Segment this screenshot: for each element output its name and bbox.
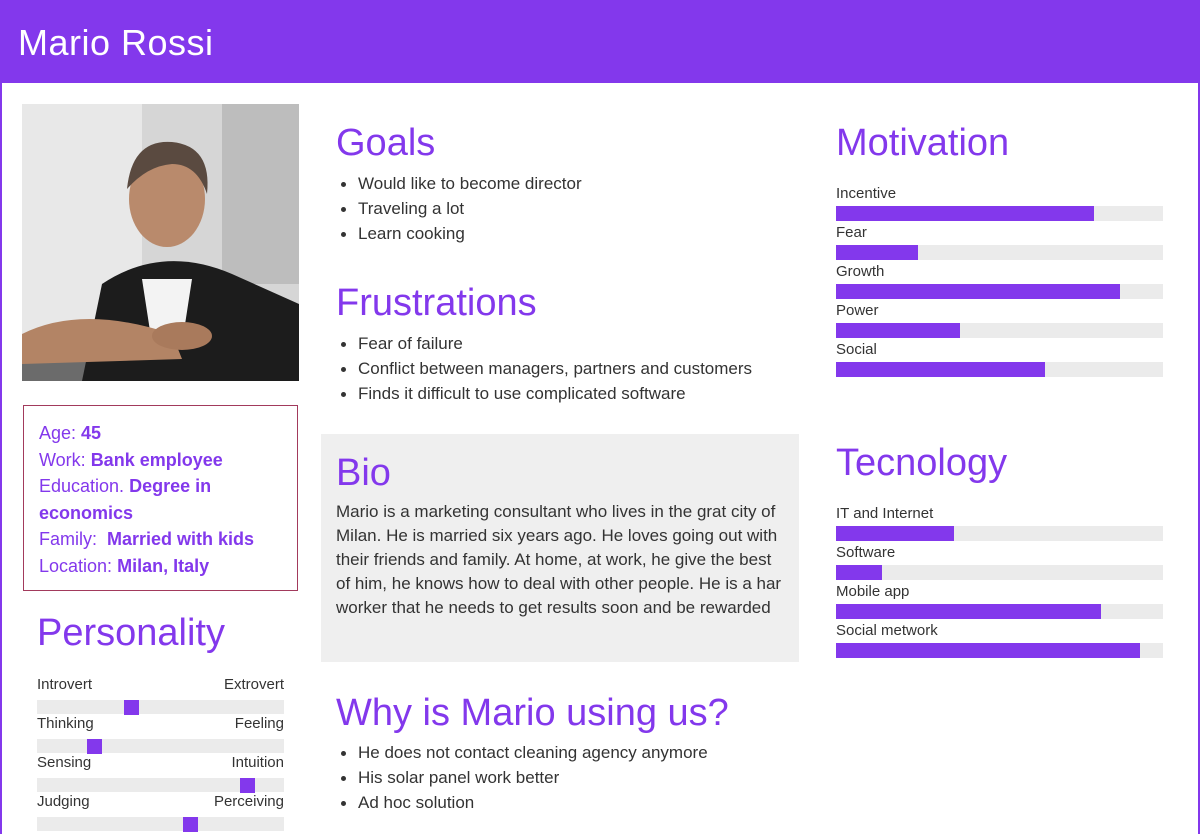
bar-label: Fear [836,224,867,241]
scale-left-label: Introvert [37,676,93,693]
bar-track [836,245,1163,260]
scale-left-label: Sensing [37,754,92,771]
bar-label: Growth [836,263,885,280]
bar-track [836,604,1163,619]
bar-label: Mobile app [836,583,910,600]
scale-marker [123,700,139,715]
why-list: He does not contact cleaning agency anym… [336,740,708,815]
frustrations-list: Fear of failure Conflict between manager… [336,331,752,406]
bio-title: Bio [336,452,391,494]
persona-name: Mario Rossi [18,22,214,63]
bar-label: Software [836,544,896,561]
age-row: Age: 45 [39,423,102,443]
bar-track [836,565,1163,580]
bar-fill [836,526,954,541]
bar-track [836,323,1163,338]
bar-fill [836,643,1141,658]
list-item: Learn cooking [336,221,582,246]
work-value: Bank employee [90,449,223,470]
bar-row: IT and Internet [836,505,1163,541]
bar-fill [836,362,1046,377]
scale-track [37,739,284,754]
bar-fill [836,323,961,338]
scale-left-label: Thinking [37,715,94,732]
education-row: Education. Degree in economics [39,476,212,523]
bar-track [836,362,1163,377]
scale-marker [239,778,255,793]
frustrations-title: Frustrations [336,282,537,324]
personality-scale: Sensing Intuition [37,754,284,793]
bar-row: Software [836,544,1163,580]
scale-track [37,700,284,715]
bar-row: Social metwork [836,622,1163,658]
persona-photo [22,104,299,381]
bar-track [836,206,1163,221]
list-item: His solar panel work better [336,765,708,790]
bar-fill [836,284,1121,299]
scale-track [37,778,284,793]
bar-fill [836,604,1101,619]
list-item: Traveling a lot [336,196,582,221]
bar-row: Incentive [836,185,1163,221]
scale-track [37,817,284,832]
bar-track [836,284,1163,299]
bar-row: Social [836,341,1163,377]
bar-label: Social metwork [836,622,938,639]
bar-row: Growth [836,263,1163,299]
family-value: Married with kids [107,529,255,549]
why-title: Why is Mario using us? [336,692,729,734]
family-row: Family: Married with kids [39,529,255,549]
bar-label: Power [836,302,879,319]
bar-track [836,643,1163,658]
bar-label: Incentive [836,185,897,202]
bar-label: IT and Internet [836,505,934,522]
location-value: Milan, Italy [117,555,210,576]
list-item: Ad hoc solution [336,790,708,815]
personality-scale: Thinking Feeling [37,715,284,754]
bar-fill [836,206,1095,221]
motivation-title: Motivation [836,122,1010,164]
bar-fill [836,245,918,260]
scale-right-label: Feeling [234,715,284,732]
scale-marker [86,739,102,754]
goals-title: Goals [336,122,436,164]
personality-title: Personality [37,612,225,654]
scale-marker [183,817,199,832]
persona-info-box: Age: 45 Work: Bank employee Education. D… [23,405,298,591]
work-row: Work: Bank employee [39,449,223,470]
bar-row: Fear [836,224,1163,260]
age-value: 45 [81,423,102,443]
header-bar: Mario Rossi [0,0,1200,83]
scale-left-label: Judging [37,793,90,810]
list-item: Finds it difficult to use complicated so… [336,381,752,406]
bar-row: Mobile app [836,583,1163,619]
bar-fill [836,565,882,580]
bio-text: Mario is a marketing consultant who live… [336,502,782,617]
personality-scale: Introvert Extrovert [37,676,284,715]
list-item: Would like to become director [336,171,582,196]
personality-scale: Judging Perceiving [37,793,284,832]
scale-right-label: Intuition [231,754,284,771]
list-item: Conflict between managers, partners and … [336,356,752,381]
bar-label: Social [836,341,877,358]
list-item: He does not contact cleaning agency anym… [336,740,708,765]
technology-title: Tecnology [836,442,1008,484]
scale-right-label: Extrovert [223,676,284,693]
scale-right-label: Perceiving [213,793,284,810]
list-item: Fear of failure [336,331,752,356]
location-row: Location: Milan, Italy [39,555,210,576]
goals-list: Would like to become director Traveling … [336,171,582,246]
bar-row: Power [836,302,1163,338]
bar-track [836,526,1163,541]
